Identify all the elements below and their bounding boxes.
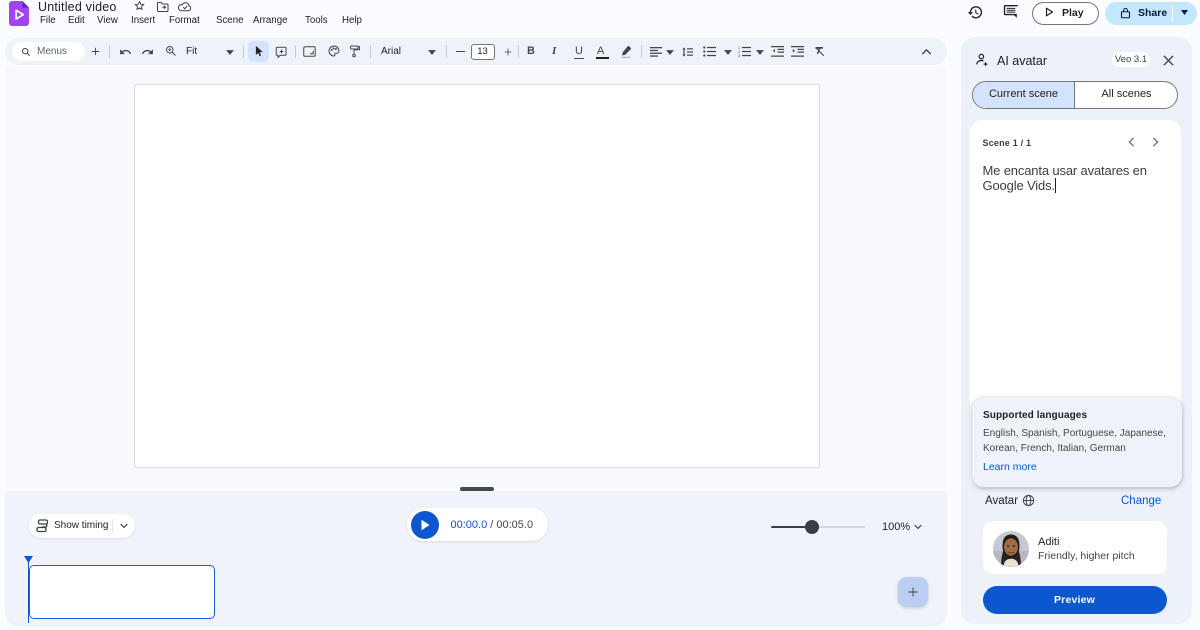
svg-text:2: 2 [738, 50, 740, 54]
svg-text:1: 1 [738, 46, 740, 50]
svg-text:3: 3 [738, 54, 740, 57]
